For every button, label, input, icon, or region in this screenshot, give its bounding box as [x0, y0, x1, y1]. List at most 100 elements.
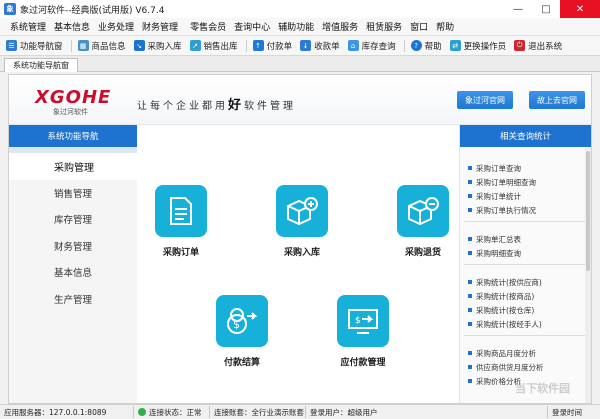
tile-payment-settlement[interactable]: $ 付款结算 [202, 295, 282, 368]
slogan: 让每个企业都用好软件管理 [137, 94, 296, 113]
toolbar-purchase-in-button[interactable]: ↘ 采购入库 [133, 40, 182, 52]
query-link[interactable]: 采购订单明细查询 [464, 175, 587, 189]
toolbar-label: 商品信息 [91, 41, 126, 52]
menu-retail[interactable]: 零售会员 [190, 20, 226, 33]
bullet-icon [468, 322, 472, 326]
nav-item-basic-info[interactable]: 基本信息 [9, 259, 137, 286]
toolbar-payment-button[interactable]: ↑ 付款单 [252, 40, 293, 52]
menu-system[interactable]: 系统管理 [10, 20, 46, 33]
query-link[interactable]: 采购统计(按供应商) [464, 275, 587, 289]
toolbar-sales-out-button[interactable]: ↗ 销售出库 [189, 40, 238, 52]
query-link[interactable]: 采购统计(按商品) [464, 289, 587, 303]
bullet-icon [468, 308, 472, 312]
query-link[interactable]: 采购单汇总表 [464, 232, 587, 246]
toolbar-stock-query-button[interactable]: ⌂ 库存查询 [347, 40, 396, 52]
document-icon [155, 185, 207, 237]
close-button[interactable]: ✕ [560, 0, 600, 18]
toolbar-goods-button[interactable]: ▦ 商品信息 [77, 40, 126, 52]
main-frame: XGOHE 象过河软件 让每个企业都用好软件管理 象过河官网 故上去官网 系统功… [8, 74, 592, 404]
toolbar-label: 采购入库 [147, 41, 182, 52]
toolbar-label: 付款单 [266, 41, 293, 52]
query-link[interactable]: 采购订单查询 [464, 161, 587, 175]
title-bar: 象 象过河软件--经典版(试用版) V6.7.4 — □ ✕ [0, 0, 600, 18]
bullet-icon [468, 237, 472, 241]
menu-value-added[interactable]: 增值服务 [322, 20, 358, 33]
box-plus-icon [276, 185, 328, 237]
related-queries-panel: 相关查询统计 采购订单查询 采购订单明细查询 采购订单统计 采购订单执行情况 采… [459, 125, 591, 403]
scrollbar-thumb[interactable] [586, 151, 590, 271]
query-link[interactable]: 采购明细查询 [464, 246, 587, 260]
status-bar: 应用服务器：127.0.0.1:8089 连接状态：正常 连接账套：全行业演示账… [0, 404, 600, 419]
query-link-label: 采购商品月度分析 [476, 348, 536, 358]
toolbar-receipt-button[interactable]: ↓ 收款单 [300, 40, 340, 52]
query-link[interactable]: 供应商供货月度分析 [464, 360, 587, 374]
toolbar-label: 退出系统 [528, 41, 563, 52]
tile-purchase-in[interactable]: 采购入库 [262, 185, 342, 258]
query-link[interactable]: 采购商品月度分析 [464, 346, 587, 360]
menu-business[interactable]: 业务处理 [98, 20, 134, 33]
bullet-icon [468, 294, 472, 298]
query-link[interactable]: 采购统计(按经手人) [464, 317, 587, 331]
toolbar-label: 库存查询 [361, 41, 396, 52]
sales-out-icon: ↗ [189, 40, 201, 51]
query-group: 采购统计(按供应商) 采购统计(按商品) 采购统计(按仓库) 采购统计(按经手人… [464, 265, 587, 336]
menu-rental[interactable]: 租赁服务 [366, 20, 402, 33]
toolbar-label: 更换操作员 [463, 41, 507, 52]
header-banner: XGOHE 象过河软件 让每个企业都用好软件管理 象过河官网 故上去官网 [9, 75, 591, 125]
toolbar-separator [70, 39, 72, 52]
query-link[interactable]: 采购订单统计 [464, 189, 587, 203]
query-link-label: 采购订单明细查询 [476, 177, 536, 187]
upgrade-site-button[interactable]: 故上去官网 [529, 91, 585, 109]
tab-strip: 系统功能导航窗 [0, 56, 600, 72]
bullet-icon [468, 351, 472, 355]
menu-finance[interactable]: 财务管理 [142, 20, 178, 33]
query-link-label: 采购订单统计 [476, 191, 521, 201]
toolbar-help-button[interactable]: ? 帮助 [410, 40, 442, 52]
nav-item-production[interactable]: 生产管理 [9, 286, 137, 313]
status-server: 应用服务器：127.0.0.1:8089 [0, 406, 134, 418]
minimize-button[interactable]: — [504, 0, 532, 18]
menu-help[interactable]: 帮助 [436, 20, 454, 33]
tile-purchase-order[interactable]: 采购订单 [141, 185, 221, 258]
tile-payables-management[interactable]: $ 应付款管理 [323, 295, 403, 368]
query-link-label: 采购统计(按经手人) [476, 319, 542, 329]
brand-subtitle: 象过河软件 [53, 108, 88, 116]
switch-user-icon: ⇄ [449, 40, 461, 51]
tile-purchase-return[interactable]: 采购退货 [383, 185, 463, 258]
tab-function-navigation[interactable]: 系统功能导航窗 [4, 58, 78, 72]
menu-basic-info[interactable]: 基本信息 [54, 20, 90, 33]
bullet-icon [468, 208, 472, 212]
nav-item-purchase[interactable]: 采购管理 [9, 153, 137, 180]
maximize-button[interactable]: □ [532, 0, 560, 18]
window-controls: — □ ✕ [504, 0, 600, 18]
window-title: 象过河软件--经典版(试用版) V6.7.4 [20, 5, 165, 16]
query-group: 采购单汇总表 采购明细查询 [464, 222, 587, 265]
receipt-icon: ↓ [300, 40, 312, 51]
query-link-label: 采购订单查询 [476, 163, 521, 173]
monitor-icon: $ [337, 295, 389, 347]
toolbar-nav-button[interactable]: ☰ 功能导航窗 [6, 40, 63, 52]
query-link[interactable]: 采购统计(按仓库) [464, 303, 587, 317]
query-link-label: 采购统计(按仓库) [476, 305, 535, 315]
nav-item-sales[interactable]: 销售管理 [9, 180, 137, 207]
toolbar-switch-user-button[interactable]: ⇄ 更换操作员 [449, 40, 507, 52]
bullet-icon [468, 166, 472, 170]
toolbar-separator [245, 39, 247, 52]
toolbar-label: 功能导航窗 [20, 41, 63, 52]
help-icon: ? [410, 40, 422, 51]
menu-window[interactable]: 窗口 [410, 20, 428, 33]
nav-item-inventory[interactable]: 库存管理 [9, 206, 137, 233]
bullet-icon [468, 365, 472, 369]
status-user: 登录用户：超级用户 [306, 406, 548, 418]
menu-tools[interactable]: 辅助功能 [278, 20, 314, 33]
menu-query[interactable]: 查询中心 [234, 20, 270, 33]
query-link[interactable]: 采购订单执行情况 [464, 203, 587, 217]
toolbar-exit-button[interactable]: ⏻ 退出系统 [514, 40, 562, 52]
coins-icon: $ [216, 295, 268, 347]
query-group: 采购订单查询 采购订单明细查询 采购订单统计 采购订单执行情况 [464, 157, 587, 222]
bullet-icon [468, 180, 472, 184]
brand-logo: XGOHE [35, 87, 112, 108]
official-site-button[interactable]: 象过河官网 [457, 91, 513, 109]
payment-icon: ↑ [252, 40, 264, 51]
nav-item-finance[interactable]: 财务管理 [9, 233, 137, 260]
